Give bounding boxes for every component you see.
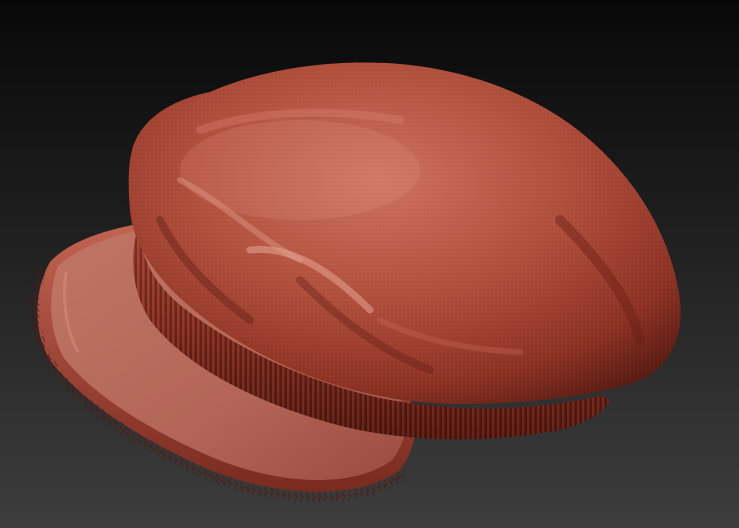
cap-render	[0, 0, 739, 528]
3d-viewport[interactable]	[0, 0, 739, 528]
